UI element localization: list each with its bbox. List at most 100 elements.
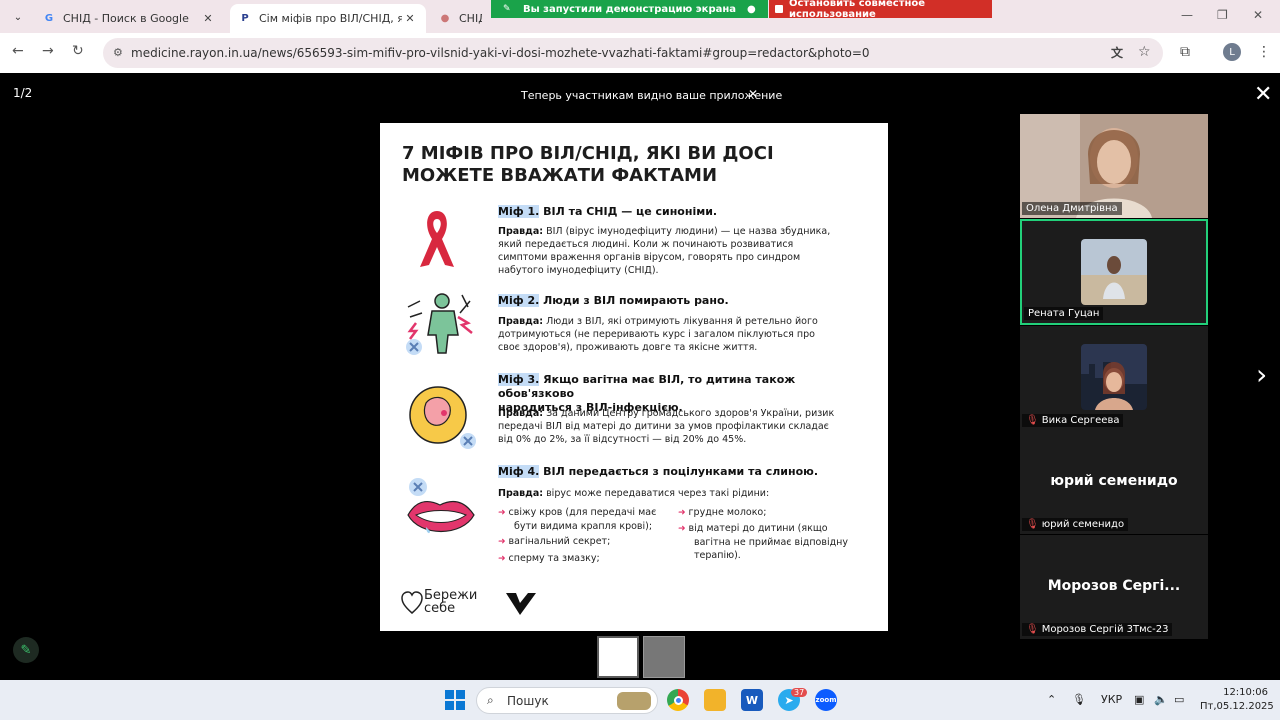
partner-logo-icon bbox=[506, 593, 536, 615]
tab-title: Сім міфів про ВІЛ/СНІД, які ви bbox=[259, 12, 402, 25]
truth-line: симптоми враження органів вірусом, говор… bbox=[498, 252, 801, 263]
thumbnail-1[interactable] bbox=[597, 636, 639, 678]
truth-label: Правда: bbox=[498, 316, 544, 327]
myth-text: Якщо вагітна має ВІЛ, то дитина також об… bbox=[498, 373, 796, 400]
tab-search-button[interactable]: ⌄ bbox=[8, 7, 28, 27]
thumbnail-2[interactable] bbox=[643, 636, 685, 678]
url-text: medicine.rayon.in.ua/news/656593-sim-mif… bbox=[131, 46, 870, 60]
forward-icon[interactable]: → bbox=[42, 43, 54, 59]
reload-icon[interactable]: ↻ bbox=[72, 43, 84, 59]
close-viewer-icon[interactable]: ✕ bbox=[1254, 82, 1272, 107]
system-clock[interactable]: 12:10:06 Пт,05.12.2025 bbox=[1200, 686, 1274, 714]
close-tab-icon[interactable]: ✕ bbox=[200, 12, 216, 25]
windows-start-icon[interactable] bbox=[444, 689, 466, 711]
chrome-icon[interactable] bbox=[667, 689, 689, 711]
taskbar-search[interactable]: ⌕ Пошук bbox=[476, 687, 658, 714]
profile-avatar[interactable]: L bbox=[1223, 43, 1241, 61]
participant-tile[interactable]: Олена Дмитрівна bbox=[1020, 114, 1208, 218]
participant-big-name: Морозов Сергі... bbox=[1047, 578, 1181, 594]
fluid-item: ➜ вагінальний секрет; bbox=[498, 535, 610, 549]
truth-label: Правда: bbox=[498, 226, 544, 237]
truth-line: За даними Центру громадського здоров'я У… bbox=[543, 408, 835, 419]
infographic-slide: 7 МІФІВ ПРО ВІЛ/СНІД, ЯКІ ВИ ДОСІ МОЖЕТЕ… bbox=[380, 123, 888, 631]
extensions-icon[interactable]: ⧉ bbox=[1180, 44, 1190, 60]
arrow-icon: ➜ bbox=[498, 537, 506, 547]
truth-line: передачі ВІЛ від матері до дитини за умо… bbox=[498, 421, 829, 432]
tab-article[interactable]: P Сім міфів про ВІЛ/СНІД, які ви ✕ bbox=[230, 4, 426, 33]
volume-icon[interactable]: 🔈 bbox=[1154, 693, 1168, 706]
logo-line: себе bbox=[424, 601, 456, 616]
participant-tile[interactable]: 🎙 Вика Сергеева bbox=[1020, 326, 1208, 430]
site-info-icon[interactable]: ⚙ bbox=[113, 46, 123, 59]
kissing-lips-icon bbox=[407, 478, 475, 534]
file-explorer-icon[interactable] bbox=[704, 689, 726, 711]
participant-name: Олена Дмитрівна bbox=[1022, 202, 1122, 215]
dismiss-notice-icon[interactable]: ✕ bbox=[748, 87, 758, 101]
close-window-icon[interactable]: ✕ bbox=[1253, 8, 1263, 22]
berezhy-sebe-logo: Бережи себе bbox=[424, 589, 477, 615]
back-icon[interactable]: ← bbox=[12, 43, 24, 59]
fluid-text: від матері до дитини (якщо bbox=[688, 523, 828, 534]
tab-google-search[interactable]: G СНІД - Поиск в Google ✕ bbox=[34, 4, 224, 33]
chevron-up-icon[interactable]: ⌃ bbox=[1047, 693, 1056, 706]
truth-line: Люди з ВІЛ, які отримують лікування й ре… bbox=[543, 316, 818, 327]
close-tab-icon[interactable]: ✕ bbox=[402, 12, 418, 25]
fluid-text: грудне молоко; bbox=[688, 507, 767, 518]
zoom-icon[interactable]: zoom bbox=[815, 689, 837, 711]
participant-name: 🎙 Морозов Сергій 3Тмс-23 bbox=[1022, 623, 1173, 636]
microphone-icon[interactable]: 🎙 bbox=[1072, 693, 1086, 706]
address-bar[interactable]: ⚙ medicine.rayon.in.ua/news/656593-sim-m… bbox=[103, 38, 1163, 68]
photo-thumbnails bbox=[597, 636, 685, 678]
word-icon[interactable]: W bbox=[741, 689, 763, 711]
sick-person-icon bbox=[406, 293, 473, 355]
fluid-text: вагітна не приймає відповідну bbox=[694, 537, 848, 548]
truth-label: Правда: bbox=[498, 488, 544, 499]
google-icon: G bbox=[44, 13, 54, 24]
participant-tile[interactable]: юрий семенидо 🎙 юрий семенидо bbox=[1020, 430, 1208, 534]
arrow-icon: ➜ bbox=[678, 508, 686, 518]
truth-line: дотримуються (не переривають курс і зага… bbox=[498, 329, 815, 340]
battery-icon[interactable]: ▭ bbox=[1174, 693, 1184, 706]
screen-share-status: ✎ Вы запустили демонстрацию экрана ● bbox=[491, 0, 768, 18]
share-notice: Теперь участникам видно ваше приложение bbox=[521, 89, 783, 102]
translate-icon[interactable]: 文 bbox=[1111, 44, 1123, 61]
fluid-text: вагінальний секрет; bbox=[508, 536, 611, 547]
minimize-icon[interactable]: — bbox=[1181, 8, 1193, 22]
slide-title: 7 МІФІВ ПРО ВІЛ/СНІД, ЯКІ ВИ ДОСІ МОЖЕТЕ… bbox=[402, 143, 872, 187]
myth-1-truth: Правда: ВІЛ (вірус імунодефіциту людини)… bbox=[498, 225, 863, 277]
fluid-item: ➜ свіжу кров (для передачі має бути видим… bbox=[498, 506, 656, 533]
tab-zoryany[interactable]: ● СНІД – це не вирок – Зоряни bbox=[430, 4, 490, 33]
participant-tile[interactable]: Морозов Сергі... 🎙 Морозов Сергій 3Тмс-23 bbox=[1020, 535, 1208, 639]
more-menu-icon[interactable]: ⋮ bbox=[1257, 44, 1271, 60]
maximize-icon[interactable]: ❐ bbox=[1217, 8, 1228, 22]
participant-name: 🎙 Вика Сергеева bbox=[1022, 414, 1124, 427]
fluid-text: свіжу кров (для передачі має bbox=[508, 507, 657, 518]
input-language[interactable]: УКР bbox=[1101, 693, 1122, 706]
myth-2-heading: Міф 2. Люди з ВІЛ помирають рано. bbox=[498, 294, 868, 308]
annotate-pencil-icon[interactable]: ✎ bbox=[13, 637, 39, 663]
fluid-text: сперму та змазку; bbox=[508, 553, 600, 564]
slide-title-line: МОЖЕТЕ ВВАЖАТИ ФАКТАМИ bbox=[402, 165, 718, 186]
participant-name-text: юрий семенидо bbox=[1041, 519, 1125, 530]
truth-line: своє здоров'я), проживають довге та якіс… bbox=[498, 342, 758, 353]
bookmark-star-icon[interactable]: ☆ bbox=[1138, 44, 1151, 60]
arrow-icon: ➜ bbox=[678, 524, 686, 534]
rayon-icon: P bbox=[241, 13, 249, 24]
fluid-item: ➜ грудне молоко; bbox=[678, 506, 766, 520]
arrow-icon: ➜ bbox=[498, 554, 506, 564]
next-photo-icon[interactable]: › bbox=[1256, 358, 1267, 391]
stop-icon bbox=[775, 5, 783, 13]
clock-date: Пт,05.12.2025 bbox=[1200, 701, 1274, 712]
truth-line: від 0% до 2%, за її відсутності — від 20… bbox=[498, 434, 747, 445]
photo-counter: 1/2 bbox=[13, 86, 33, 100]
network-icon[interactable]: ▣ bbox=[1134, 693, 1144, 706]
mic-muted-icon: 🎙 bbox=[1026, 415, 1039, 426]
myth-text: ВІЛ та СНІД — це синоніми. bbox=[543, 205, 718, 218]
myth-marker: Міф 3. bbox=[498, 373, 540, 386]
stop-share-button[interactable]: Остановить совместное использование bbox=[769, 0, 992, 20]
participant-name-text: Вика Сергеева bbox=[1041, 415, 1120, 426]
participant-tile-active[interactable]: Рената Гуцан bbox=[1020, 219, 1208, 325]
search-highlight-icon bbox=[617, 692, 651, 710]
myth-text: ВІЛ передається з поцілунками та слиною. bbox=[543, 465, 819, 478]
myth-4-heading: Міф 4. ВІЛ передається з поцілунками та … bbox=[498, 465, 868, 479]
